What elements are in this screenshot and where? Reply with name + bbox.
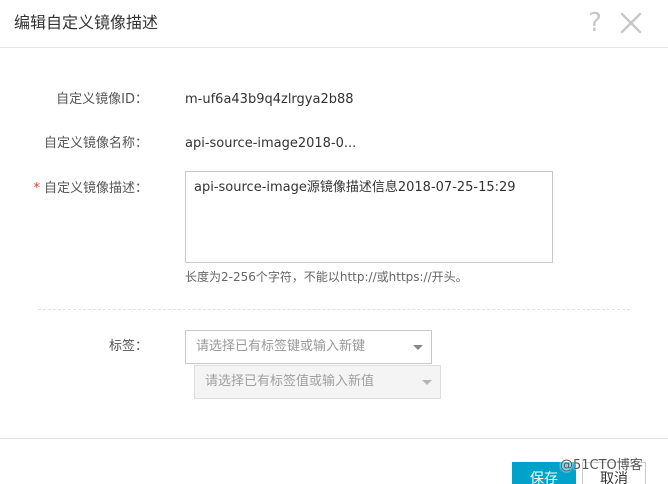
question-mark-icon[interactable]: ? xyxy=(584,8,606,38)
image-description-label-wrap: * 自定义镜像描述： xyxy=(0,180,148,198)
section-divider xyxy=(38,309,630,310)
chevron-down-icon xyxy=(422,380,432,385)
tags-label: 标签： xyxy=(108,339,148,354)
description-hint: 长度为2-256个字符，不能以http://或https://开头。 xyxy=(185,270,468,284)
watermark-text: @51CTO博客 xyxy=(560,458,643,473)
chevron-down-icon xyxy=(413,345,423,350)
image-id-label: 自定义镜像ID： xyxy=(56,92,148,107)
dialog-header: 编辑自定义镜像描述 ? xyxy=(0,0,668,48)
tag-key-placeholder: 请选择已有标签键或输入新键 xyxy=(196,339,366,354)
tag-value-placeholder: 请选择已有标签值或输入新值 xyxy=(205,374,375,389)
image-description-textarea[interactable]: api-source-image源镜像描述信息2018-07-25-15:29 xyxy=(185,171,553,263)
image-name-value: api-source-image2018-0... xyxy=(185,136,357,151)
dialog-title: 编辑自定义镜像描述 xyxy=(14,13,159,32)
image-name-label: 自定义镜像名称： xyxy=(43,136,148,151)
required-mark: * xyxy=(33,181,40,196)
close-icon[interactable] xyxy=(618,10,644,36)
image-id-value: m-uf6a43b9q4zlrgya2b88 xyxy=(185,92,354,107)
tag-value-select: 请选择已有标签值或输入新值 xyxy=(194,365,441,399)
edit-image-description-dialog: 编辑自定义镜像描述 ? 自定义镜像ID： m-uf6a43b9q4zlrgya2… xyxy=(0,0,668,484)
tag-key-select[interactable]: 请选择已有标签键或输入新键 xyxy=(185,330,432,364)
image-description-label: 自定义镜像描述： xyxy=(43,181,148,196)
